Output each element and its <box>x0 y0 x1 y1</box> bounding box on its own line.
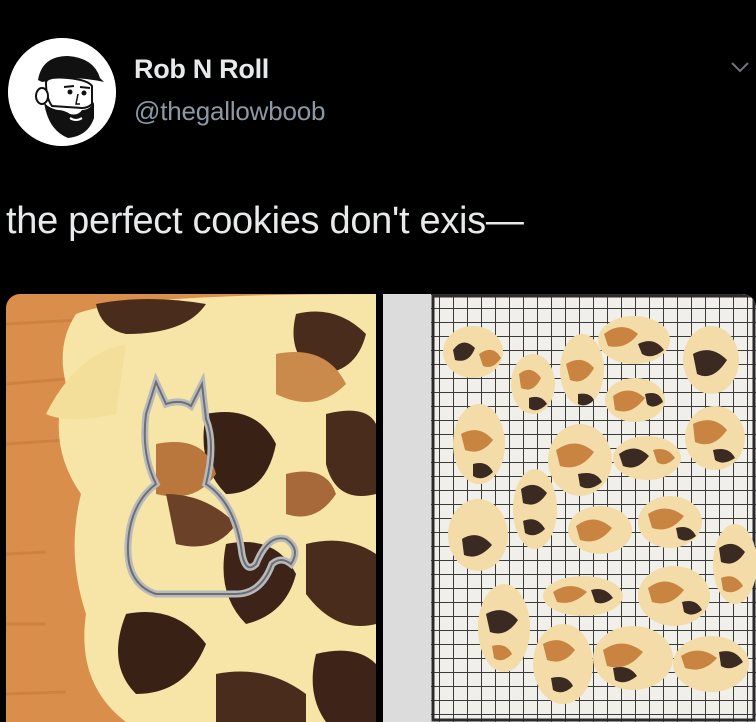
tweet-media <box>0 294 756 722</box>
cooling-rack-photo[interactable] <box>383 294 756 722</box>
user-handle[interactable]: @thegallowboob <box>134 96 325 127</box>
bearded-man-avatar-icon <box>8 38 116 146</box>
chevron-down-icon <box>731 62 749 73</box>
cookie-cutter-photo[interactable] <box>6 294 376 722</box>
cooling-rack-image <box>383 294 756 722</box>
cookie-cutter-image <box>6 294 376 722</box>
tweet-menu-button[interactable] <box>730 60 750 74</box>
tweet-text: the perfect cookies don't exis— <box>6 200 524 242</box>
user-avatar[interactable] <box>8 38 116 146</box>
display-name[interactable]: Rob N Roll <box>134 54 269 85</box>
tweet: Rob N Roll @thegallowboob the perfect co… <box>0 0 756 722</box>
